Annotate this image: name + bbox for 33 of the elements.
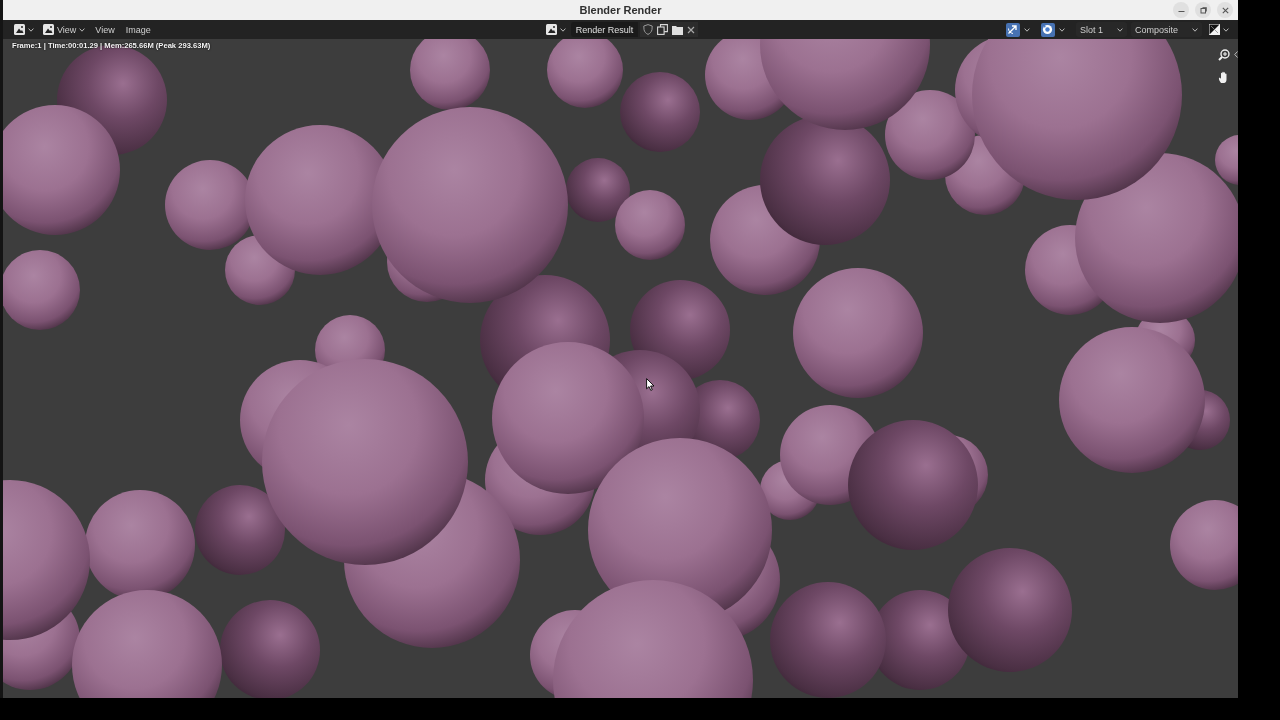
picture-icon bbox=[43, 24, 54, 35]
menu-item[interactable]: Image bbox=[121, 22, 155, 37]
gizmo-toggle[interactable] bbox=[1005, 22, 1020, 37]
circles-icon bbox=[1042, 24, 1054, 35]
chevron-icon[interactable] bbox=[1234, 51, 1238, 58]
close-icon[interactable] bbox=[687, 25, 696, 34]
caret-icon[interactable] bbox=[1058, 27, 1065, 32]
caret-icon bbox=[79, 27, 86, 32]
picture-icon bbox=[545, 24, 557, 35]
caret-icon[interactable] bbox=[1023, 27, 1030, 32]
folder-icon[interactable] bbox=[672, 24, 684, 35]
slot-dropdown[interactable]: Slot 1 bbox=[1075, 22, 1127, 37]
contrast-icon[interactable] bbox=[1209, 24, 1220, 35]
window-title: Blender Render bbox=[579, 4, 662, 16]
copy-icon[interactable] bbox=[657, 24, 669, 35]
image-name-field[interactable]: Render Result bbox=[570, 22, 639, 37]
caret-icon bbox=[1116, 27, 1123, 32]
maximize-button[interactable] bbox=[1195, 2, 1211, 18]
overlay-toggle[interactable] bbox=[1040, 22, 1055, 37]
picture-icon bbox=[14, 24, 25, 35]
caret-icon bbox=[1223, 27, 1229, 32]
cursor-icon bbox=[646, 378, 655, 391]
maximize-icon bbox=[1199, 6, 1207, 14]
menu-item[interactable]: View bbox=[91, 22, 119, 37]
arrow-icon bbox=[1007, 24, 1019, 35]
shield-icon[interactable] bbox=[643, 24, 654, 35]
caret-icon bbox=[559, 27, 566, 32]
close-button[interactable] bbox=[1217, 2, 1233, 18]
layer-dropdown[interactable]: Composite bbox=[1130, 22, 1202, 37]
caret-icon bbox=[28, 27, 34, 32]
view-mode-dropdown[interactable]: View bbox=[40, 22, 89, 37]
caret-icon bbox=[1192, 27, 1198, 32]
close-icon bbox=[1221, 6, 1229, 14]
